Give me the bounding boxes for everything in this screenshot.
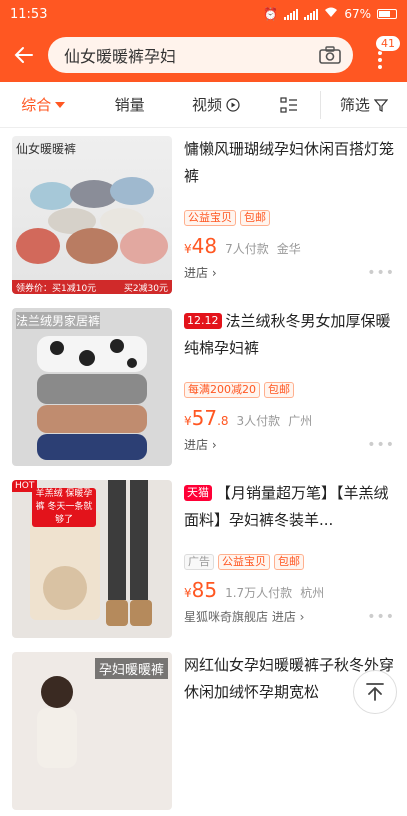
camera-icon[interactable]	[319, 46, 341, 64]
product-info: 天猫 【月销量超万笔】【羊羔绒面料】孕妇裤冬装羊... 广告 公益宝贝 包邮 ¥8…	[172, 480, 395, 636]
search-input[interactable]: 仙女暖暖裤孕妇	[48, 37, 353, 73]
product-card[interactable]: 仙女暖暖裤 领券价：买1减10元 买2减30元 慵懒风珊瑚绒孕妇休闲百搭灯笼裤 …	[0, 128, 407, 300]
tag-row: 广告 公益宝贝 包邮	[184, 554, 395, 570]
more-dots-icon	[378, 51, 382, 69]
sort-label: 综合	[21, 96, 52, 114]
sort-label: 视频	[191, 96, 222, 114]
play-circle-icon	[226, 97, 240, 112]
status-bar: 11:53 ⏰ 67%	[0, 0, 407, 28]
battery-icon	[377, 9, 397, 19]
sold-count: 7人付款	[225, 242, 269, 256]
promo-1212-badge: 12.12	[184, 313, 222, 329]
sort-sales[interactable]: 销量	[86, 82, 172, 127]
search-query: 仙女暖暖裤孕妇	[64, 47, 177, 66]
product-info: 12.12 法兰绒秋冬男女加厚保暖纯棉孕妇裤 每满200减20 包邮 ¥57.8 …	[172, 308, 395, 464]
sort-comprehensive[interactable]: 综合	[0, 82, 86, 127]
tag: 包邮	[240, 210, 270, 226]
more-dots-icon[interactable]: •••	[367, 437, 395, 453]
battery-percent: 67%	[344, 7, 371, 21]
tag: 公益宝贝	[218, 554, 270, 570]
ad-tag: 广告	[184, 554, 214, 570]
status-time: 11:53	[10, 6, 48, 22]
product-title[interactable]: 天猫 【月销量超万笔】【羊羔绒面料】孕妇裤冬装羊...	[184, 480, 395, 536]
more-menu-button[interactable]: 41	[363, 35, 401, 75]
filter-button[interactable]: 筛选	[321, 82, 407, 127]
price: ¥85	[184, 578, 218, 602]
wifi-icon	[324, 7, 338, 21]
sold-count: 3人付款	[236, 414, 281, 428]
product-title[interactable]: 12.12 法兰绒秋冬男女加厚保暖纯棉孕妇裤	[184, 308, 395, 364]
scroll-to-top-button[interactable]	[353, 670, 397, 714]
tag-row: 每满200减20 包邮	[184, 382, 395, 398]
image-label: 孕妇暖暖裤	[94, 658, 168, 679]
filter-icon	[373, 98, 388, 112]
caption-right: 买2减30元	[123, 283, 168, 294]
price-row: ¥85 1.7万人付款 杭州	[184, 578, 395, 602]
image-label: 羊羔绒 保暖孕裤 冬天一条就够了	[32, 488, 96, 527]
product-card[interactable]: HOT 羊羔绒 保暖孕裤 冬天一条就够了 天猫 【月销量超万笔】【羊羔绒面料】孕妇…	[0, 472, 407, 644]
back-button[interactable]	[10, 41, 38, 69]
price-row: ¥57.8 3人付款 广州	[184, 406, 395, 430]
price: ¥48	[184, 234, 218, 258]
signal-icon	[284, 8, 299, 20]
signal-icon-2	[304, 8, 319, 20]
sold-count: 1.7万人付款	[225, 586, 293, 600]
shop-row: 进店 › •••	[184, 436, 395, 453]
layout-toggle[interactable]	[259, 82, 319, 127]
product-info: 慵懒风珊瑚绒孕妇休闲百搭灯笼裤 公益宝贝 包邮 ¥48 7人付款 金华 进店 ›…	[172, 136, 395, 292]
product-card[interactable]: 法兰绒男家居裤 12.12 法兰绒秋冬男女加厚保暖纯棉孕妇裤 每满200减20 包…	[0, 300, 407, 472]
message-badge: 41	[375, 35, 401, 52]
pants-photo	[37, 336, 147, 460]
alarm-icon: ⏰	[263, 7, 279, 21]
shop-link[interactable]: 进店 ›	[184, 264, 217, 281]
arrow-up-icon	[366, 683, 384, 701]
coupon-caption: 领券价：买1减10元 买2减30元	[12, 280, 172, 294]
sort-label: 销量	[114, 96, 145, 114]
tag: 包邮	[274, 554, 304, 570]
shop-row: 星狐咪奇旗舰店 进店 › •••	[184, 608, 395, 625]
shop-row: 进店 › •••	[184, 264, 395, 281]
product-image: 孕妇暖暖裤	[12, 652, 172, 810]
location: 杭州	[300, 586, 325, 600]
sort-bar: 综合 销量 视频 筛选	[0, 82, 407, 128]
tag: 包邮	[264, 382, 294, 398]
product-image: HOT 羊羔绒 保暖孕裤 冬天一条就够了	[12, 480, 172, 638]
caption-left: 领券价：买1减10元	[16, 283, 97, 294]
shop-link[interactable]: 星狐咪奇旗舰店 进店 ›	[184, 608, 304, 625]
arrow-left-icon	[14, 47, 33, 63]
price-row: ¥48 7人付款 金华	[184, 234, 395, 258]
tag-row: 公益宝贝 包邮	[184, 210, 395, 226]
tag: 每满200减20	[184, 382, 260, 398]
product-image: 仙女暖暖裤 领券价：买1减10元 买2减30元	[12, 136, 172, 294]
more-dots-icon[interactable]: •••	[367, 609, 395, 625]
pants-photo	[16, 177, 168, 264]
price: ¥57.8	[184, 406, 229, 430]
product-image: 法兰绒男家居裤	[12, 308, 172, 466]
product-list: 仙女暖暖裤 领券价：买1减10元 买2减30元 慵懒风珊瑚绒孕妇休闲百搭灯笼裤 …	[0, 128, 407, 816]
search-header: 仙女暖暖裤孕妇 41	[0, 28, 407, 82]
tag: 公益宝贝	[184, 210, 236, 226]
shop-link[interactable]: 进店 ›	[184, 436, 217, 453]
more-dots-icon[interactable]: •••	[367, 265, 395, 281]
product-title[interactable]: 慵懒风珊瑚绒孕妇休闲百搭灯笼裤	[184, 136, 395, 192]
sort-video[interactable]: 视频	[173, 82, 259, 127]
status-icons: ⏰ 67%	[263, 7, 397, 21]
list-view-icon	[280, 96, 298, 113]
filter-label: 筛选	[339, 96, 370, 114]
caret-down-icon	[55, 101, 66, 108]
location: 金华	[276, 242, 301, 256]
tmall-badge: 天猫	[184, 485, 212, 501]
location: 广州	[288, 414, 313, 428]
product-card[interactable]: 孕妇暖暖裤 网红仙女孕妇暖暖裤子秋冬外穿休闲加绒怀孕期宽松	[0, 644, 407, 816]
